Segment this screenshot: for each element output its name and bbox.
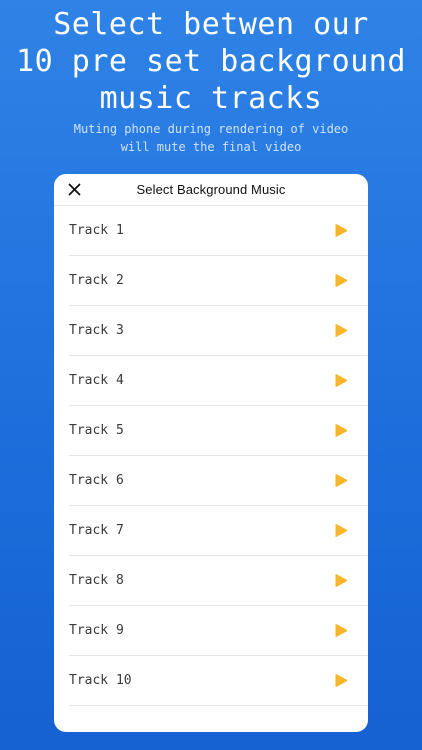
promo-headline-line: Select betwen our bbox=[53, 7, 369, 42]
track-row-4[interactable]: Track 4 bbox=[69, 356, 368, 406]
sheet-header: Select Background Music bbox=[54, 174, 368, 206]
track-label: Track 9 bbox=[69, 623, 124, 638]
track-label: Track 5 bbox=[69, 423, 124, 438]
track-row-3[interactable]: Track 3 bbox=[69, 306, 368, 356]
play-icon[interactable] bbox=[333, 273, 348, 288]
close-button[interactable] bbox=[67, 182, 82, 197]
promo-headline-line: music tracks bbox=[99, 81, 323, 116]
track-label: Track 6 bbox=[69, 473, 124, 488]
track-label: Track 4 bbox=[69, 373, 124, 388]
play-icon[interactable] bbox=[333, 373, 348, 388]
play-icon[interactable] bbox=[333, 223, 348, 238]
track-label: Track 8 bbox=[69, 573, 124, 588]
play-icon[interactable] bbox=[333, 623, 348, 638]
sheet-title: Select Background Music bbox=[136, 182, 286, 197]
track-row-1[interactable]: Track 1 bbox=[69, 206, 368, 256]
track-label: Track 2 bbox=[69, 273, 124, 288]
play-icon[interactable] bbox=[333, 573, 348, 588]
play-icon[interactable] bbox=[333, 423, 348, 438]
track-row-8[interactable]: Track 8 bbox=[69, 556, 368, 606]
background-music-sheet: Select Background Music Track 1 Track 2 Tr… bbox=[54, 174, 368, 732]
play-icon[interactable] bbox=[333, 673, 348, 688]
track-row-2[interactable]: Track 2 bbox=[69, 256, 368, 306]
promo-subline: Muting phone during rendering of video w… bbox=[0, 120, 422, 156]
play-icon[interactable] bbox=[333, 523, 348, 538]
play-icon[interactable] bbox=[333, 323, 348, 338]
promo-subline-line: Muting phone during rendering of video bbox=[73, 122, 349, 136]
track-label: Track 10 bbox=[69, 673, 132, 688]
track-row-6[interactable]: Track 6 bbox=[69, 456, 368, 506]
track-row-7[interactable]: Track 7 bbox=[69, 506, 368, 556]
promo-subline-line: will mute the final video bbox=[120, 140, 302, 154]
play-icon[interactable] bbox=[333, 473, 348, 488]
track-label: Track 7 bbox=[69, 523, 124, 538]
track-label: Track 3 bbox=[69, 323, 124, 338]
promo-headline-line: 10 pre set background bbox=[16, 44, 406, 79]
close-icon bbox=[68, 183, 81, 196]
track-row-5[interactable]: Track 5 bbox=[69, 406, 368, 456]
track-label: Track 1 bbox=[69, 223, 124, 238]
track-row-9[interactable]: Track 9 bbox=[69, 606, 368, 656]
track-row-10[interactable]: Track 10 bbox=[69, 656, 368, 706]
track-list: Track 1 Track 2 Track 3 Track 4 Track 5 Track… bbox=[54, 206, 368, 706]
promo-headline: Select betwen our 10 pre set background … bbox=[0, 6, 422, 117]
